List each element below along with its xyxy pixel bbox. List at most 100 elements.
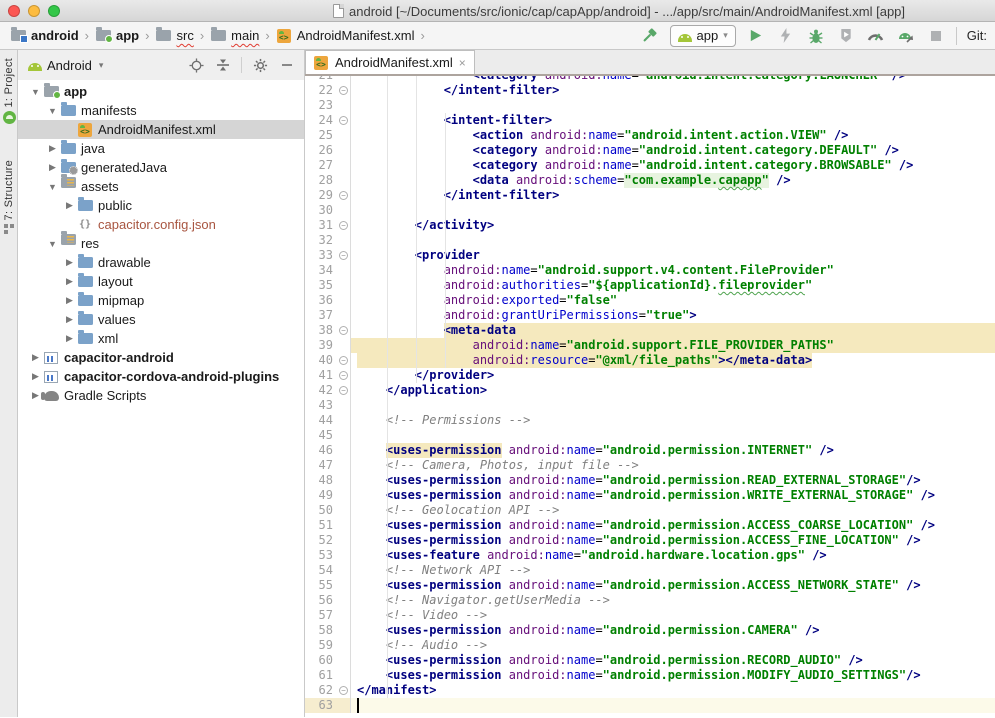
code-line-21[interactable]: 21 <category android:name="android.inten… (305, 76, 995, 83)
tree-toggle-icon[interactable]: ▼ (45, 239, 60, 249)
tree-item-gradle-scripts[interactable]: ▶Gradle Scripts (18, 386, 304, 405)
code-line-42[interactable]: 42− </application> (305, 383, 995, 398)
code-line-59[interactable]: 59 <!-- Audio --> (305, 638, 995, 653)
code-line-38[interactable]: 38− <meta-data (305, 323, 995, 338)
minimize-window-button[interactable] (28, 5, 40, 17)
breadcrumb-item-androidmanifest-xml[interactable]: <>AndroidManifest.xml (276, 28, 415, 44)
code-line-45[interactable]: 45 (305, 428, 995, 443)
tree-toggle-icon[interactable]: ▼ (45, 106, 60, 116)
code-line-31[interactable]: 31− </activity> (305, 218, 995, 233)
tree-toggle-icon[interactable]: ▶ (45, 162, 60, 173)
close-window-button[interactable] (8, 5, 20, 17)
tree-item-manifests[interactable]: ▼manifests (18, 101, 304, 120)
code-line-54[interactable]: 54 <!-- Network API --> (305, 563, 995, 578)
code-line-47[interactable]: 47 <!-- Camera, Photos, input file --> (305, 458, 995, 473)
code-line-39[interactable]: 39 android:name="android.support.FILE_PR… (305, 338, 995, 353)
code-line-27[interactable]: 27 <category android:name="android.inten… (305, 158, 995, 173)
code-editor[interactable]: 21 <category android:name="android.inten… (305, 76, 995, 717)
fold-marker-icon[interactable]: − (339, 86, 348, 95)
fold-marker-icon[interactable]: − (339, 191, 348, 200)
panel-settings-button[interactable] (249, 55, 271, 75)
tree-item-capacitor-cordova-android-plugins[interactable]: ▶capacitor-cordova-android-plugins (18, 367, 304, 386)
code-line-37[interactable]: 37 android:grantUriPermissions="true"> (305, 308, 995, 323)
code-line-26[interactable]: 26 <category android:name="android.inten… (305, 143, 995, 158)
project-view-selector[interactable]: Android ▾ (28, 58, 103, 73)
close-tab-icon[interactable]: × (459, 56, 466, 70)
breadcrumb-item-app[interactable]: app (95, 28, 139, 44)
tree-toggle-icon[interactable]: ▶ (28, 352, 43, 363)
fold-marker-icon[interactable]: − (339, 221, 348, 230)
code-line-30[interactable]: 30 (305, 203, 995, 218)
tree-toggle-icon[interactable]: ▶ (62, 257, 77, 268)
debug-button[interactable] (806, 26, 826, 46)
code-line-55[interactable]: 55 <uses-permission android:name="androi… (305, 578, 995, 593)
attach-profiler-button[interactable] (896, 26, 916, 46)
tree-item-values[interactable]: ▶values (18, 310, 304, 329)
tree-toggle-icon[interactable]: ▶ (62, 276, 77, 287)
tool-window-tab-structure[interactable]: 7: Structure (0, 160, 18, 234)
fold-marker-icon[interactable]: − (339, 251, 348, 260)
breadcrumb-item-main[interactable]: main (210, 28, 259, 44)
stop-button[interactable] (926, 26, 946, 46)
code-line-40[interactable]: 40− android:resource="@xml/file_paths"><… (305, 353, 995, 368)
code-line-23[interactable]: 23 (305, 98, 995, 113)
run-configuration-combo[interactable]: app ▾ (670, 25, 736, 47)
profiler-button[interactable] (866, 26, 886, 46)
code-line-60[interactable]: 60 <uses-permission android:name="androi… (305, 653, 995, 668)
tool-window-tab-project[interactable]: 1: Project (0, 58, 18, 124)
tree-item-mipmap[interactable]: ▶mipmap (18, 291, 304, 310)
tree-toggle-icon[interactable]: ▶ (62, 200, 77, 211)
tree-item-drawable[interactable]: ▶drawable (18, 253, 304, 272)
code-line-63[interactable]: 63 (305, 698, 995, 713)
code-line-35[interactable]: 35 android:authorities="${applicationId}… (305, 278, 995, 293)
tree-toggle-icon[interactable]: ▼ (28, 87, 43, 97)
run-with-coverage-button[interactable] (836, 26, 856, 46)
tree-toggle-icon[interactable]: ▶ (62, 295, 77, 306)
tree-item-assets[interactable]: ▼assets (18, 177, 304, 196)
tree-toggle-icon[interactable]: ▶ (62, 314, 77, 325)
build-hammer-button[interactable] (640, 26, 660, 46)
tree-item-res[interactable]: ▼res (18, 234, 304, 253)
code-line-56[interactable]: 56 <!-- Navigator.getUserMedia --> (305, 593, 995, 608)
code-line-52[interactable]: 52 <uses-permission android:name="androi… (305, 533, 995, 548)
breadcrumb-item-src[interactable]: src (155, 28, 193, 44)
code-line-46[interactable]: 46 <uses-permission android:name="androi… (305, 443, 995, 458)
tree-item-xml[interactable]: ▶xml (18, 329, 304, 348)
run-button[interactable] (746, 26, 766, 46)
code-line-51[interactable]: 51 <uses-permission android:name="androi… (305, 518, 995, 533)
code-line-34[interactable]: 34 android:name="android.support.v4.cont… (305, 263, 995, 278)
tree-item-layout[interactable]: ▶layout (18, 272, 304, 291)
code-line-24[interactable]: 24− <intent-filter> (305, 113, 995, 128)
fold-marker-icon[interactable]: − (339, 326, 348, 335)
code-line-44[interactable]: 44 <!-- Permissions --> (305, 413, 995, 428)
fold-marker-icon[interactable]: − (339, 386, 348, 395)
code-line-25[interactable]: 25 <action android:name="android.intent.… (305, 128, 995, 143)
code-line-53[interactable]: 53 <uses-feature android:name="android.h… (305, 548, 995, 563)
tree-item-java[interactable]: ▶java (18, 139, 304, 158)
tree-toggle-icon[interactable]: ▼ (45, 182, 60, 192)
code-line-28[interactable]: 28 <data android:scheme="com.example.cap… (305, 173, 995, 188)
code-line-22[interactable]: 22− </intent-filter> (305, 83, 995, 98)
code-line-33[interactable]: 33− <provider (305, 248, 995, 263)
code-line-62[interactable]: 62−</manifest> (305, 683, 995, 698)
tree-toggle-icon[interactable]: ▶ (62, 333, 77, 344)
hide-panel-button[interactable] (276, 55, 298, 75)
tree-item-app[interactable]: ▼app (18, 82, 304, 101)
maximize-window-button[interactable] (48, 5, 60, 17)
tree-toggle-icon[interactable]: ▶ (28, 371, 43, 382)
code-line-43[interactable]: 43 (305, 398, 995, 413)
collapse-all-button[interactable] (212, 55, 234, 75)
fold-marker-icon[interactable]: − (339, 686, 348, 695)
breadcrumb-item-android[interactable]: android (10, 28, 79, 44)
code-line-29[interactable]: 29− </intent-filter> (305, 188, 995, 203)
fold-marker-icon[interactable]: − (339, 356, 348, 365)
tree-item-public[interactable]: ▶public (18, 196, 304, 215)
fold-marker-icon[interactable]: − (339, 116, 348, 125)
code-line-32[interactable]: 32 (305, 233, 995, 248)
code-line-57[interactable]: 57 <!-- Video --> (305, 608, 995, 623)
tree-item-capacitor-android[interactable]: ▶capacitor-android (18, 348, 304, 367)
fold-marker-icon[interactable]: − (339, 371, 348, 380)
locate-file-button[interactable] (185, 55, 207, 75)
code-line-58[interactable]: 58 <uses-permission android:name="androi… (305, 623, 995, 638)
editor-tab-androidmanifest[interactable]: <> AndroidManifest.xml × (305, 50, 475, 74)
